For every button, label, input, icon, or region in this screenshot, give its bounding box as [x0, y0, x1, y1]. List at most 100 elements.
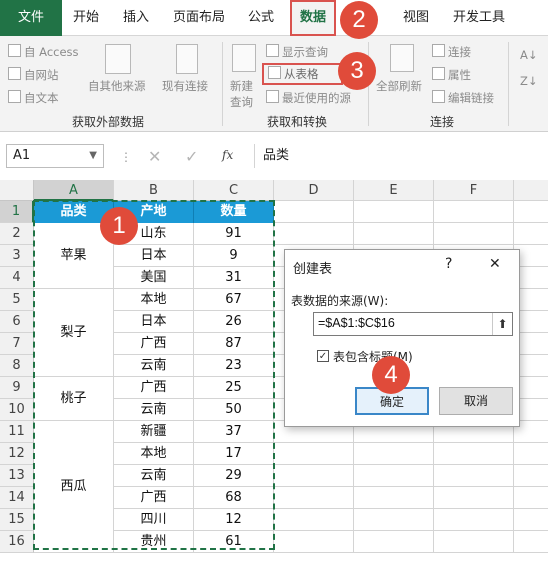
- table-header-cell[interactable]: 数量: [194, 201, 274, 223]
- tab-view[interactable]: 视图: [396, 0, 436, 36]
- show-queries-button[interactable]: 显示查询: [266, 44, 328, 60]
- row-header[interactable]: 12: [0, 443, 34, 465]
- origin-cell[interactable]: 广西: [114, 377, 194, 399]
- quantity-cell[interactable]: 17: [194, 443, 274, 465]
- quantity-cell[interactable]: 31: [194, 267, 274, 289]
- group-label-connections: 连接: [429, 115, 454, 129]
- from-access-button[interactable]: 自 Access: [8, 44, 79, 60]
- origin-cell[interactable]: 云南: [114, 355, 194, 377]
- origin-cell[interactable]: 四川: [114, 509, 194, 531]
- origin-cell[interactable]: 本地: [114, 443, 194, 465]
- existing-connections-button[interactable]: 现有连接: [162, 78, 208, 94]
- column-header-d[interactable]: D: [274, 180, 354, 201]
- row-header[interactable]: 14: [0, 487, 34, 509]
- row-header[interactable]: 5: [0, 289, 34, 311]
- quantity-cell[interactable]: 50: [194, 399, 274, 421]
- quantity-cell[interactable]: 87: [194, 333, 274, 355]
- quantity-cell[interactable]: 61: [194, 531, 274, 553]
- row-header[interactable]: 11: [0, 421, 34, 443]
- row-header[interactable]: 2: [0, 223, 34, 245]
- from-web-button[interactable]: 自网站: [8, 67, 59, 83]
- recent-sources-button[interactable]: 最近使用的源: [266, 90, 351, 106]
- new-query-button-line2[interactable]: 查询: [230, 94, 253, 110]
- column-header-g[interactable]: [514, 180, 548, 201]
- origin-cell[interactable]: 云南: [114, 465, 194, 487]
- origin-cell[interactable]: 广西: [114, 333, 194, 355]
- connections-button[interactable]: 连接: [432, 44, 471, 60]
- help-icon[interactable]: ?: [445, 256, 452, 272]
- column-header-b[interactable]: B: [114, 180, 194, 201]
- range-input[interactable]: =$A$1:$C$16 ⬆: [313, 312, 513, 336]
- gridline: [274, 442, 548, 443]
- cancel-button[interactable]: 取消: [439, 387, 513, 415]
- row-header[interactable]: 1: [0, 201, 34, 223]
- tab-formulas[interactable]: 公式: [242, 0, 280, 36]
- gridline: [274, 244, 548, 245]
- quantity-cell[interactable]: 37: [194, 421, 274, 443]
- merged-category-cell[interactable]: 桃子: [34, 377, 114, 421]
- origin-cell[interactable]: 广西: [114, 487, 194, 509]
- quantity-cell[interactable]: 12: [194, 509, 274, 531]
- quantity-cell[interactable]: 23: [194, 355, 274, 377]
- row-header[interactable]: 8: [0, 355, 34, 377]
- row-header[interactable]: 10: [0, 399, 34, 421]
- insert-function-icon[interactable]: fx: [222, 148, 233, 162]
- tab-data[interactable]: 数据: [290, 0, 336, 36]
- quantity-cell[interactable]: 29: [194, 465, 274, 487]
- quantity-cell[interactable]: 67: [194, 289, 274, 311]
- origin-cell[interactable]: 日本: [114, 245, 194, 267]
- edit-links-button[interactable]: 编辑链接: [432, 90, 494, 106]
- quantity-cell[interactable]: 68: [194, 487, 274, 509]
- row-header[interactable]: 4: [0, 267, 34, 289]
- row-header[interactable]: 7: [0, 333, 34, 355]
- origin-cell[interactable]: 新疆: [114, 421, 194, 443]
- tab-developer[interactable]: 开发工具: [446, 0, 512, 36]
- quantity-cell[interactable]: 26: [194, 311, 274, 333]
- enter-icon[interactable]: ✓: [185, 147, 198, 166]
- from-table-button[interactable]: 从表格: [262, 63, 343, 85]
- from-text-button[interactable]: 自文本: [8, 90, 59, 106]
- access-icon: [8, 44, 21, 57]
- merged-category-cell[interactable]: 西瓜: [34, 421, 114, 553]
- formula-input[interactable]: 品类: [254, 144, 548, 168]
- origin-cell[interactable]: 日本: [114, 311, 194, 333]
- sort-za-button[interactable]: Z↓: [520, 74, 538, 88]
- row-header[interactable]: 13: [0, 465, 34, 487]
- row-header[interactable]: 15: [0, 509, 34, 531]
- origin-cell[interactable]: 贵州: [114, 531, 194, 553]
- chevron-down-icon[interactable]: ▼: [89, 145, 97, 167]
- text-file-icon: [8, 90, 21, 103]
- sort-az-button[interactable]: A↓: [520, 48, 538, 62]
- header-checkbox[interactable]: ✓: [317, 350, 329, 362]
- row-header[interactable]: 3: [0, 245, 34, 267]
- column-header-a[interactable]: A: [34, 180, 114, 201]
- group-label-get-transform: 获取和转换: [266, 115, 327, 129]
- merged-category-cell[interactable]: 梨子: [34, 289, 114, 377]
- close-icon[interactable]: ✕: [489, 256, 501, 272]
- quantity-cell[interactable]: 25: [194, 377, 274, 399]
- column-header-f[interactable]: F: [434, 180, 514, 201]
- tab-file[interactable]: 文件: [0, 0, 62, 36]
- new-query-button[interactable]: 新建: [230, 78, 253, 94]
- tab-insert[interactable]: 插入: [116, 0, 156, 36]
- other-sources-button[interactable]: 自其他来源: [88, 78, 146, 94]
- cancel-icon[interactable]: ✕: [148, 147, 161, 166]
- column-header-e[interactable]: E: [354, 180, 434, 201]
- row-header[interactable]: 6: [0, 311, 34, 333]
- properties-button[interactable]: 属性: [432, 67, 471, 83]
- origin-cell[interactable]: 本地: [114, 289, 194, 311]
- select-all-corner[interactable]: [0, 180, 34, 201]
- tab-page-layout[interactable]: 页面布局: [166, 0, 232, 36]
- name-box[interactable]: A1 ▼: [6, 144, 104, 168]
- gridline: [274, 200, 548, 201]
- origin-cell[interactable]: 云南: [114, 399, 194, 421]
- refresh-all-button[interactable]: 全部刷新: [376, 78, 422, 94]
- tab-home[interactable]: 开始: [66, 0, 106, 36]
- quantity-cell[interactable]: 9: [194, 245, 274, 267]
- quantity-cell[interactable]: 91: [194, 223, 274, 245]
- column-header-c[interactable]: C: [194, 180, 274, 201]
- origin-cell[interactable]: 美国: [114, 267, 194, 289]
- collapse-dialog-icon[interactable]: ⬆: [492, 313, 512, 335]
- row-header[interactable]: 9: [0, 377, 34, 399]
- row-header[interactable]: 16: [0, 531, 34, 553]
